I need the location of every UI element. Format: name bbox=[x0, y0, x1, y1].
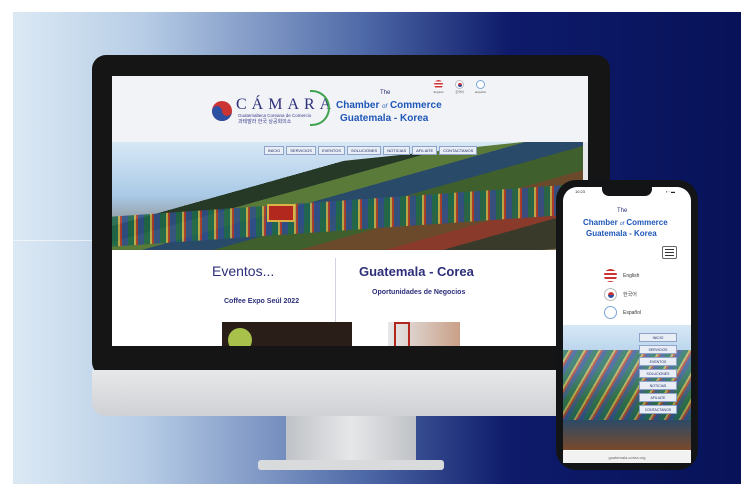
site-header: CÁMARA Guatemalteca Coreana de Comercio … bbox=[112, 76, 588, 142]
events-heading: Eventos... bbox=[212, 263, 275, 279]
lang-spanish[interactable]: Español bbox=[473, 80, 488, 94]
event-thumbnail[interactable] bbox=[222, 322, 352, 346]
phone-lang-spanish[interactable]: Español bbox=[604, 306, 641, 319]
phone-lang-english[interactable]: English bbox=[604, 269, 639, 282]
commerce-word: Commerce bbox=[389, 100, 442, 111]
main-heading: Guatemala - Corea bbox=[359, 264, 474, 279]
palace-sign bbox=[267, 204, 295, 222]
phone-time: 10:23 bbox=[575, 189, 586, 194]
lang-label: Español bbox=[623, 309, 642, 316]
korea-flag-icon bbox=[455, 80, 464, 89]
phone-nav: INICIO SERVICIOS EVENTOS SOLUCIONES NOTI… bbox=[639, 333, 677, 414]
header-country: Guatemala - Korea bbox=[340, 113, 429, 124]
monitor-stand bbox=[286, 416, 416, 462]
lang-label: 한국어 bbox=[455, 90, 464, 94]
header-chamber: Chamber of Commerce bbox=[336, 100, 442, 111]
phone-chamber: Chamber of Commerce bbox=[583, 218, 668, 227]
phone-nav-servicios[interactable]: SERVICIOS bbox=[639, 345, 677, 354]
hero-image: INICIO SERVICIOS EVENTOS SOLUCIONES NOTI… bbox=[112, 142, 588, 250]
phone-country: Guatemala - Korea bbox=[586, 229, 657, 238]
desktop-screen: CÁMARA Guatemalteca Coreana de Comercio … bbox=[112, 76, 588, 346]
nav-soluciones[interactable]: SOLUCIONES bbox=[347, 146, 382, 155]
event-title-link[interactable]: Coffee Expo Seúl 2022 bbox=[224, 298, 299, 305]
lang-label: English bbox=[433, 90, 444, 94]
phone-nav-noticias[interactable]: NOTICIAS bbox=[639, 381, 677, 390]
phone-the: The bbox=[617, 208, 628, 214]
frame-image bbox=[394, 322, 410, 346]
guatemala-flag-icon bbox=[604, 306, 617, 319]
coffee-cup-image bbox=[228, 328, 252, 346]
phone-status-icons: ▪ ◦ ▬ bbox=[666, 189, 676, 194]
lang-label: 한국어 bbox=[623, 292, 637, 298]
header-the: The bbox=[380, 90, 391, 96]
lang-label: Español bbox=[475, 90, 486, 94]
taegeuk-logo-icon bbox=[212, 101, 232, 121]
lang-english[interactable]: English bbox=[431, 80, 446, 94]
phone-nav-eventos[interactable]: EVENTOS bbox=[639, 357, 677, 366]
main-nav: INICIO SERVICIOS EVENTOS SOLUCIONES NOTI… bbox=[264, 146, 478, 155]
phone-nav-soluciones[interactable]: SOLUCIONES bbox=[639, 369, 677, 378]
nav-contactanos[interactable]: CONTACTANOS bbox=[439, 146, 478, 155]
logo-korean: 과테말라 한국 상공회의소 bbox=[238, 119, 292, 125]
hamburger-menu-icon[interactable] bbox=[662, 246, 677, 259]
of-word: of bbox=[619, 221, 625, 227]
nav-noticias[interactable]: NOTICIAS bbox=[383, 146, 411, 155]
phone-lang-korean[interactable]: 한국어 bbox=[604, 288, 637, 301]
guatemala-flag-icon bbox=[476, 80, 485, 89]
nav-inicio[interactable]: INICIO bbox=[264, 146, 285, 155]
nav-servicios[interactable]: SERVICIOS bbox=[286, 146, 316, 155]
us-flag-icon bbox=[604, 269, 617, 282]
korea-flag-icon bbox=[604, 288, 617, 301]
lang-korean[interactable]: 한국어 bbox=[452, 80, 467, 94]
monitor-base bbox=[258, 460, 444, 470]
business-thumbnail[interactable] bbox=[388, 322, 460, 346]
phone-nav-afiliate[interactable]: AFILIATE bbox=[639, 393, 677, 402]
commerce-word: Commerce bbox=[626, 218, 668, 227]
phone-url-bar[interactable]: guatemala-corea.org bbox=[563, 451, 691, 463]
phone-nav-inicio[interactable]: INICIO bbox=[639, 333, 677, 342]
language-switcher: English 한국어 Español bbox=[431, 80, 488, 94]
of-word: of bbox=[382, 104, 388, 110]
chamber-word: Chamber bbox=[336, 100, 380, 111]
lang-label: English bbox=[623, 272, 640, 279]
main-subheading: Oportunidades de Negocios bbox=[372, 289, 466, 296]
chamber-word: Chamber bbox=[583, 218, 618, 227]
phone-nav-contactanos[interactable]: CONTACTANOS bbox=[639, 405, 677, 414]
us-flag-icon bbox=[434, 80, 443, 89]
nav-eventos[interactable]: EVENTOS bbox=[317, 146, 345, 155]
phone-notch bbox=[602, 187, 652, 196]
nav-afiliate[interactable]: AFILIATE bbox=[412, 146, 438, 155]
monitor-chin bbox=[92, 370, 610, 416]
